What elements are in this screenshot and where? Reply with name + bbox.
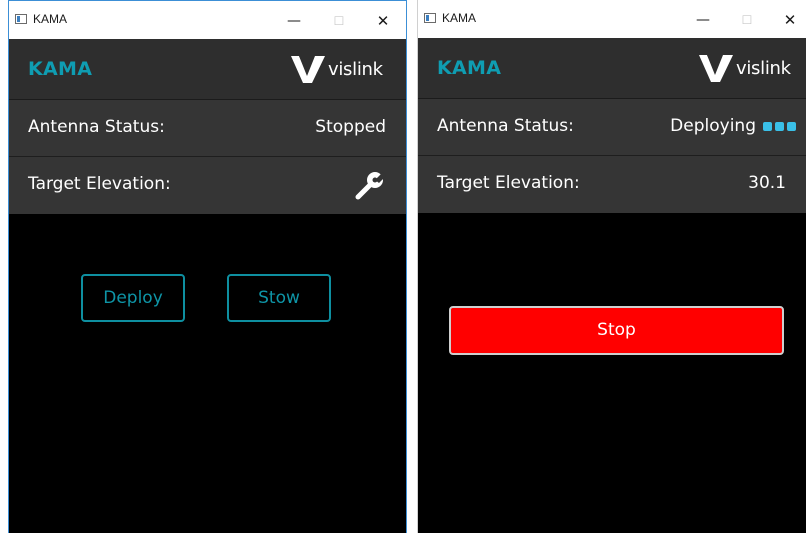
antenna-status-row: Antenna Status: Deploying [418,99,806,156]
antenna-status-label: Antenna Status: [28,117,165,137]
deploy-button[interactable]: Deploy [81,274,185,322]
maximize-button: ☐ [741,13,753,27]
app-name: KAMA [437,57,502,79]
title-bar[interactable]: KAMA — ☐ ✕ [9,1,406,39]
app-header: KAMA vislink [9,39,406,100]
app-name: KAMA [28,58,93,80]
logo-text: vislink [328,58,383,80]
antenna-status-label: Antenna Status: [437,116,574,136]
maximize-button: ☐ [333,14,345,28]
vislink-logo: vislink [699,52,791,84]
vislink-logo-icon [699,55,733,82]
vislink-logo: vislink [291,53,383,85]
antenna-status-value: Deploying [670,116,756,136]
target-elevation-label: Target Elevation: [437,173,580,193]
wrench-icon[interactable] [352,169,386,203]
target-elevation-row: Target Elevation: 30.1 [418,156,806,213]
kama-window-deploying: KAMA — ☐ ✕ KAMA vislink Antenna Status: … [417,0,806,533]
app-header: KAMA vislink [418,38,806,99]
logo-text: vislink [736,57,791,79]
target-elevation-value: 30.1 [748,173,786,193]
target-elevation-label: Target Elevation: [28,174,171,194]
antenna-status-value-group: Deploying [670,116,796,136]
close-button[interactable]: ✕ [368,7,398,35]
app-window-icon [424,13,436,23]
close-button[interactable]: ✕ [775,6,805,34]
kama-window-stopped: KAMA — ☐ ✕ KAMA vislink Antenna Status: … [8,0,407,533]
antenna-status-value: Stopped [315,117,386,137]
title-bar[interactable]: KAMA — ☐ ✕ [418,0,806,38]
stop-button[interactable]: Stop [449,306,784,355]
window-title: KAMA [33,12,68,26]
minimize-button[interactable]: — [279,7,309,35]
app-window-icon [15,14,27,24]
antenna-status-row: Antenna Status: Stopped [9,100,406,157]
stow-button[interactable]: Stow [227,274,331,322]
vislink-logo-icon [291,56,325,83]
progress-dots-icon [760,116,796,136]
minimize-button[interactable]: — [688,6,718,34]
target-elevation-row: Target Elevation: [9,157,406,214]
window-title: KAMA [442,11,477,25]
